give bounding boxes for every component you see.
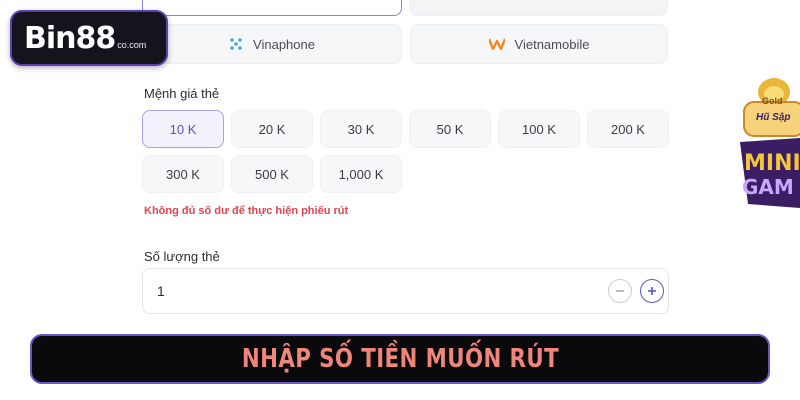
denomination-option[interactable]: 200 K [587, 110, 669, 148]
logo-text: Bin88 [24, 20, 116, 56]
banner-text: NHẬP SỐ TIỀN MUỐN RÚT [241, 344, 559, 374]
denomination-option[interactable]: 50 K [409, 110, 491, 148]
decrement-button[interactable] [608, 279, 632, 303]
vietnamobile-icon [488, 38, 505, 50]
carrier-option-top-left[interactable] [142, 0, 402, 16]
denomination-option[interactable]: 300 K [142, 155, 224, 193]
caption-banner: NHẬP SỐ TIỀN MUỐN RÚT [30, 334, 770, 384]
vinaphone-icon [229, 37, 243, 51]
insufficient-balance-error: Không đủ số dư để thực hiện phiếu rút [144, 205, 349, 217]
mini-game-jackpot-label: Hũ Sập [756, 112, 791, 123]
denomination-option[interactable]: 100 K [498, 110, 580, 148]
minus-icon [616, 290, 624, 292]
svg-text:GAM: GAM [742, 175, 794, 199]
mini-game-promo[interactable]: MINI GAM Gold Hũ Sập [734, 72, 800, 212]
mini-game-art: MINI GAM [740, 78, 800, 208]
carrier-vietnamobile-button[interactable]: Vietnamobile [410, 24, 668, 64]
carrier-label: Vietnamobile [514, 36, 590, 52]
increment-button[interactable] [640, 279, 664, 303]
denomination-option[interactable]: 20 K [231, 110, 313, 148]
logo-domain: co.com [117, 40, 147, 50]
quantity-stepper[interactable]: 1 [142, 268, 669, 314]
brand-logo: Bin88 co.com [10, 10, 168, 66]
mini-game-gold-label: Gold [762, 96, 783, 106]
denomination-option[interactable]: 500 K [231, 155, 313, 193]
denomination-option[interactable]: 10 K [142, 110, 224, 148]
quantity-label: Số lượng thẻ [144, 249, 220, 264]
denomination-option[interactable]: 1,000 K [320, 155, 402, 193]
plus-icon [648, 287, 656, 295]
carrier-vinaphone-button[interactable]: Vinaphone [142, 24, 402, 64]
denomination-label: Mệnh giá thẻ [144, 86, 220, 101]
quantity-value[interactable]: 1 [157, 283, 165, 299]
denomination-option[interactable]: 30 K [320, 110, 402, 148]
svg-text:MINI: MINI [744, 151, 800, 176]
carrier-option-top-right[interactable] [410, 0, 668, 16]
carrier-label: Vinaphone [253, 36, 315, 52]
